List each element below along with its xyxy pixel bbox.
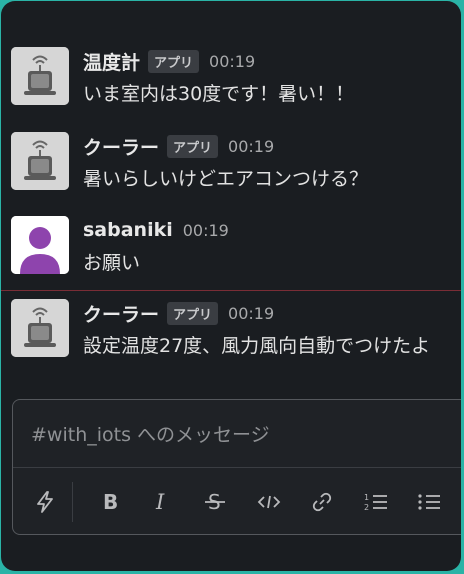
message[interactable]: クーラー アプリ 00:19 暑いらしいけどエアコンつける？: [11, 132, 461, 202]
link-icon[interactable]: [308, 488, 336, 516]
svg-text:2: 2: [364, 503, 369, 512]
sender-name[interactable]: クーラー: [83, 300, 159, 327]
message-composer[interactable]: #with_iots へのメッセージ B I S 1 2: [12, 399, 461, 535]
message-input[interactable]: #with_iots へのメッセージ: [31, 420, 270, 447]
sender-name[interactable]: 温度計: [83, 48, 140, 75]
app-badge: アプリ: [167, 301, 219, 325]
app-badge: アプリ: [167, 134, 219, 158]
message[interactable]: クーラー アプリ 00:19 設定温度27度、風力風向自動でつけたよ: [11, 299, 461, 369]
timestamp[interactable]: 00:19: [183, 221, 229, 240]
robot-icon: [11, 299, 69, 357]
app-avatar[interactable]: [11, 299, 69, 357]
code-icon[interactable]: [255, 488, 283, 516]
new-messages-divider: [1, 290, 461, 291]
sender-name[interactable]: クーラー: [83, 133, 159, 160]
ordered-list-icon[interactable]: 1 2: [362, 488, 390, 516]
robot-icon: [11, 47, 69, 105]
svg-text:1: 1: [364, 493, 369, 502]
message[interactable]: 温度計 アプリ 00:19 いま室内は30度です！暑い！！: [11, 47, 461, 117]
message[interactable]: sabaniki 00:19 お願い: [11, 216, 461, 286]
message-text: 暑いらしいけどエアコンつける？: [83, 168, 369, 190]
sender-name[interactable]: sabaniki: [83, 219, 173, 241]
toolbar-separator: [72, 482, 73, 522]
timestamp[interactable]: 00:19: [209, 52, 255, 71]
timestamp[interactable]: 00:19: [228, 304, 274, 323]
message-text: いま室内は30度です！暑い！！: [83, 83, 355, 105]
person-icon: [11, 216, 69, 274]
shortcuts-lightning-icon[interactable]: [31, 488, 59, 516]
bold-icon[interactable]: B: [96, 488, 124, 516]
bulleted-list-icon[interactable]: [416, 488, 444, 516]
italic-icon[interactable]: I: [147, 488, 175, 516]
user-avatar[interactable]: [11, 216, 69, 274]
formatting-toolbar: B I S 1 2: [13, 468, 461, 534]
timestamp[interactable]: 00:19: [228, 137, 274, 156]
app-avatar[interactable]: [11, 132, 69, 190]
svg-text:I: I: [155, 491, 165, 513]
app-badge: アプリ: [148, 49, 200, 73]
app-avatar[interactable]: [11, 47, 69, 105]
svg-text:B: B: [103, 491, 118, 513]
robot-icon: [11, 132, 69, 190]
message-text: お願い: [83, 252, 141, 274]
strikethrough-icon[interactable]: S: [201, 488, 229, 516]
chat-window: 温度計 アプリ 00:19 いま室内は30度です！暑い！！ クーラー アプリ 0…: [1, 1, 461, 571]
message-text: 設定温度27度、風力風向自動でつけたよ: [83, 335, 431, 357]
